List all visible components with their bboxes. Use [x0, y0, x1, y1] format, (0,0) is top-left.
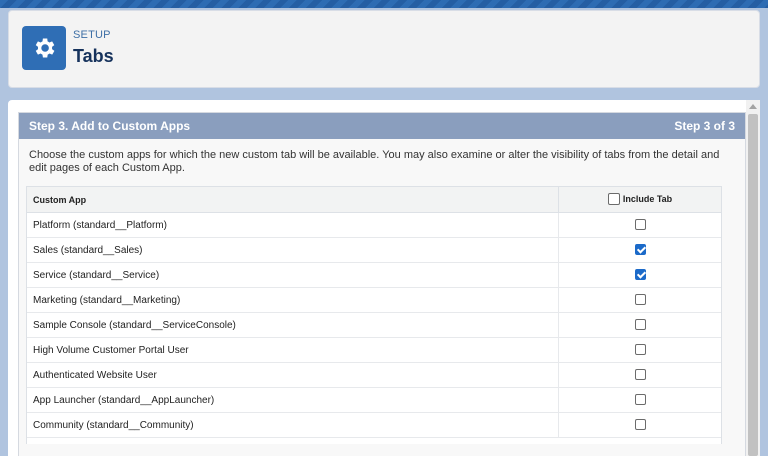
include-tab-checkbox[interactable] [634, 369, 646, 381]
gear-icon [22, 26, 66, 70]
include-tab-checkbox[interactable] [634, 294, 646, 306]
include-tab-cell [558, 412, 721, 438]
app-name-cell: App Launcher (standard__AppLauncher) [27, 387, 559, 413]
include-tab-cell [558, 212, 721, 238]
include-tab-checkbox[interactable] [634, 344, 646, 356]
app-name-cell: High Volume Customer Portal User [27, 337, 559, 363]
app-name-cell: Sales (standard__Sales) [27, 237, 559, 263]
column-header-custom-app: Custom App [27, 187, 559, 213]
table-row: App Launcher (standard__AppLauncher) [27, 387, 721, 413]
include-tab-checkbox[interactable] [634, 419, 646, 431]
include-tab-label: Include Tab [622, 193, 673, 204]
content-area: Step 3. Add to Custom Apps Step 3 of 3 C… [8, 100, 760, 456]
include-tab-checkbox[interactable] [634, 244, 646, 256]
table-row: Platform (standard__Platform) [27, 212, 721, 238]
step-indicator: Step 3 of 3 [674, 119, 735, 133]
panel-title: Step 3. Add to Custom Apps [29, 119, 191, 133]
table-row: Sales (standard__Sales) [27, 237, 721, 263]
custom-apps-table: Custom App Include Tab Platform (standar… [26, 186, 722, 444]
table-row: Community (standard__Community) [27, 412, 721, 438]
include-tab-cell [558, 237, 721, 263]
table-row: Authenticated Website User [27, 362, 721, 388]
table-row: Service (standard__Service) [27, 262, 721, 288]
scroll-up-arrow-icon[interactable] [749, 104, 757, 109]
app-name-cell: Marketing (standard__Marketing) [27, 287, 559, 313]
table-row: Marketing (standard__Marketing) [27, 287, 721, 313]
include-tab-cell [558, 362, 721, 388]
include-tab-checkbox[interactable] [634, 319, 646, 331]
include-tab-cell [558, 387, 721, 413]
page-header: SETUP Tabs [8, 10, 760, 88]
table-row: High Volume Customer Portal User [27, 337, 721, 363]
panel-description: Choose the custom apps for which the new… [19, 139, 745, 183]
column-header-include-tab: Include Tab [558, 187, 721, 213]
app-name-cell: Community (standard__Community) [27, 412, 559, 438]
include-tab-cell [558, 337, 721, 363]
app-name-cell: Platform (standard__Platform) [27, 212, 559, 238]
scrollbar[interactable] [746, 100, 760, 456]
app-name-cell: Sample Console (standard__ServiceConsole… [27, 312, 559, 338]
setup-label: SETUP [73, 29, 111, 41]
select-all-checkbox[interactable] [607, 192, 620, 205]
app-name-cell: Authenticated Website User [27, 362, 559, 388]
page-title: Tabs [73, 46, 114, 66]
app-name-cell: Service (standard__Service) [27, 262, 559, 288]
table-row: Sample Console (standard__ServiceConsole… [27, 312, 721, 338]
include-tab-cell [558, 287, 721, 313]
include-tab-checkbox[interactable] [634, 269, 646, 281]
include-tab-checkbox[interactable] [634, 394, 646, 406]
include-tab-checkbox[interactable] [634, 219, 646, 231]
scroll-thumb[interactable] [748, 114, 758, 456]
include-tab-cell [558, 312, 721, 338]
table-header-row: Custom App Include Tab [27, 187, 721, 213]
include-tab-cell [558, 262, 721, 288]
panel-header: Step 3. Add to Custom Apps Step 3 of 3 [19, 113, 745, 139]
